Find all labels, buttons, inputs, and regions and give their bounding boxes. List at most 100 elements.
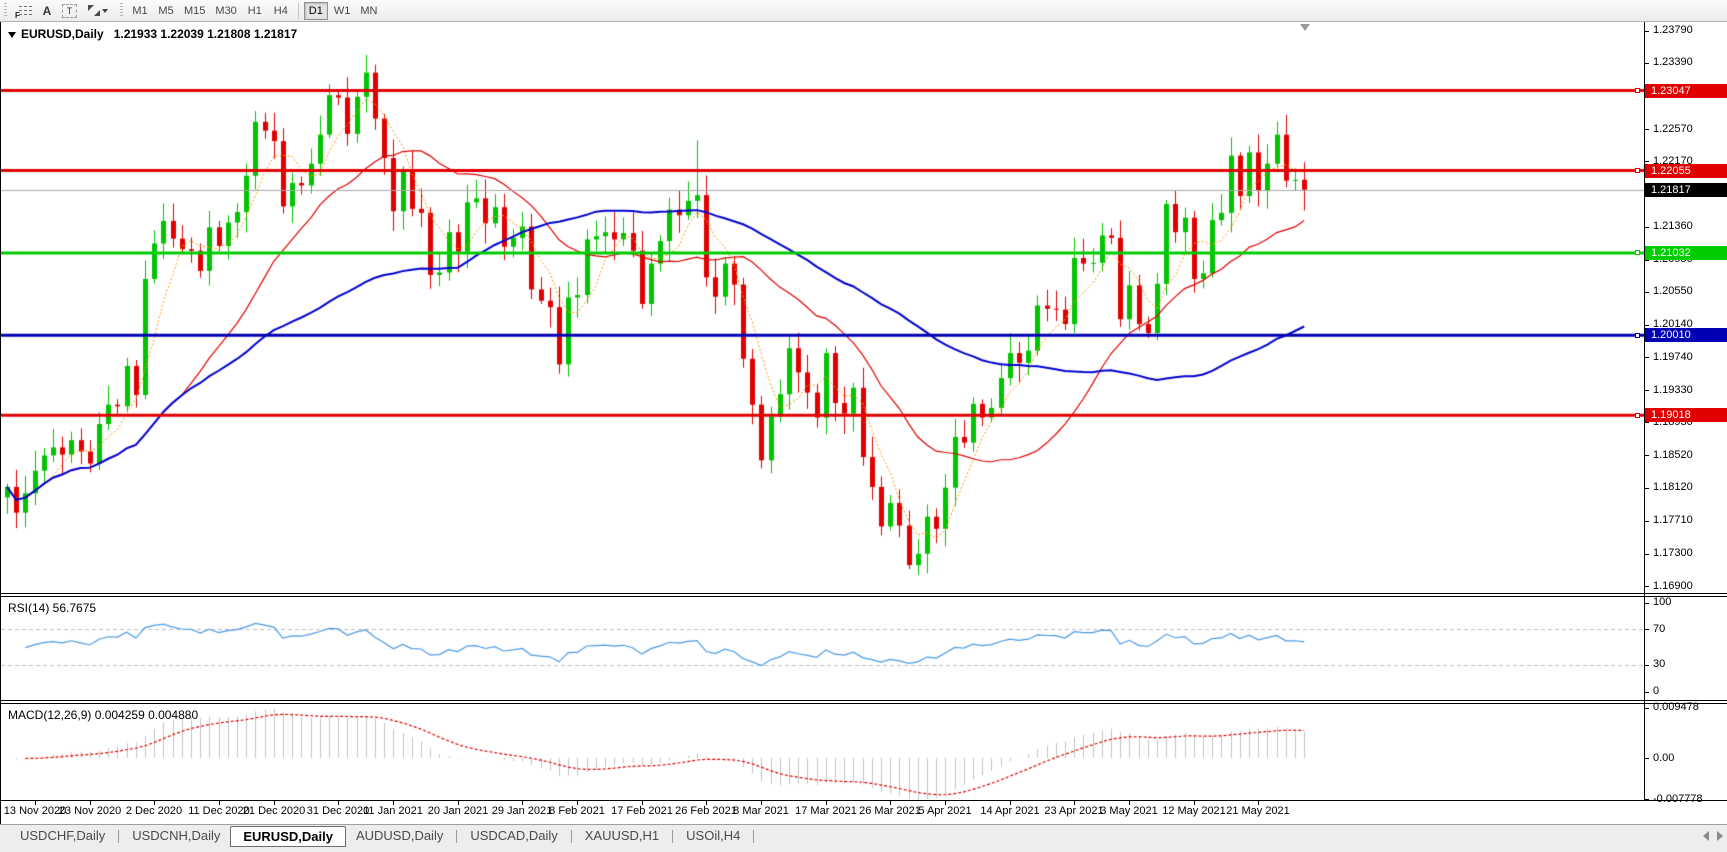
- tab-separator: [118, 830, 120, 843]
- arrows-icon: [87, 4, 101, 17]
- macd-indicator-label: MACD(12,26,9) 0.004259 0.004880: [8, 708, 199, 722]
- axis-tick-label: 1.21360: [1653, 220, 1693, 233]
- timeframe-button-h4[interactable]: H4: [269, 2, 293, 20]
- panel-separator[interactable]: [1, 703, 1727, 704]
- axis-tick: [1644, 357, 1649, 358]
- axis-tick: [1644, 63, 1649, 64]
- axis-tick-label: 1.16900: [1653, 579, 1693, 592]
- timeframe-button-m1[interactable]: M1: [128, 2, 152, 20]
- axis-tick-label: 30: [1653, 658, 1666, 671]
- axis-tick: [1644, 260, 1649, 261]
- axis-tick: [1644, 692, 1649, 693]
- macd-panel-canvas[interactable]: [1, 704, 1644, 800]
- tab-usdchf-daily[interactable]: USDCHF,Daily: [10, 825, 115, 845]
- price-label-badge: 1.19018: [1645, 408, 1727, 423]
- price-label-badge: 1.23047: [1645, 83, 1727, 98]
- axis-tick: [1644, 390, 1649, 391]
- label-tool-button[interactable]: T: [58, 2, 81, 20]
- axis-tick-label: 1.22570: [1653, 122, 1693, 135]
- timeframe-button-m15[interactable]: M15: [180, 2, 209, 20]
- tab-audusd-daily[interactable]: AUDUSD,Daily: [346, 825, 453, 845]
- tab-usdcad-daily[interactable]: USDCAD,Daily: [460, 825, 567, 845]
- date-label: 17 Feb 2021: [611, 805, 673, 817]
- timeframe-button-d1[interactable]: D1: [303, 1, 328, 20]
- tab-scroll-left-button[interactable]: [1703, 831, 1709, 841]
- date-label: 8 Feb 2021: [549, 805, 605, 817]
- text-icon: A: [42, 3, 52, 18]
- axis-tick: [1644, 161, 1649, 162]
- date-label: 21 Dec 2020: [242, 805, 306, 817]
- date-label: 31 Dec 2020: [306, 805, 370, 817]
- tab-usdcnh-daily[interactable]: USDCNH,Daily: [122, 825, 230, 845]
- axis-tick-label: 1.20550: [1653, 285, 1693, 298]
- date-label: 11 Jan 2021: [363, 805, 423, 817]
- date-label: 13 Nov 2020: [3, 805, 67, 817]
- main-chart-canvas[interactable]: [1, 22, 1644, 593]
- text-tool-button[interactable]: A: [38, 2, 56, 20]
- panel-separator[interactable]: [1, 596, 1727, 597]
- triangle-down-icon: [8, 31, 16, 38]
- symbol-label: EURUSD,Daily: [21, 27, 104, 41]
- axis-tick-label: 1.19330: [1653, 383, 1693, 396]
- axis-tick: [1644, 31, 1649, 32]
- date-label: 23 Nov 2020: [58, 805, 122, 817]
- timeframe-button-m30[interactable]: M30: [211, 2, 240, 20]
- date-label: 26 Feb 2021: [675, 805, 737, 817]
- axis-tick: [1644, 554, 1649, 555]
- tab-usoil-h4[interactable]: USOil,H4: [676, 825, 750, 845]
- axis-tick-label: 70: [1653, 622, 1666, 635]
- tab-separator: [570, 830, 572, 843]
- date-label: 17 Mar 2021: [795, 805, 857, 817]
- axis-tick: [1644, 292, 1649, 293]
- timeframe-button-h1[interactable]: H1: [243, 2, 267, 20]
- rsi-panel-canvas[interactable]: [1, 597, 1644, 700]
- line-handle[interactable]: [1635, 332, 1640, 338]
- tab-xauusd-h1[interactable]: XAUUSD,H1: [575, 825, 669, 845]
- toolbar-grip: [120, 3, 123, 18]
- toolbar-grip: [4, 3, 7, 18]
- panel-separator[interactable]: [1, 593, 1727, 594]
- axis-tick: [1644, 129, 1649, 130]
- axis-tick-label: 1.18120: [1653, 481, 1693, 494]
- axis-tick-label: 1.18520: [1653, 448, 1693, 461]
- chart-area[interactable]: EURUSD,Daily 1.21933 1.22039 1.21808 1.2…: [0, 22, 1727, 824]
- line-handle[interactable]: [1635, 88, 1640, 94]
- axis-tick: [1644, 758, 1649, 759]
- line-handle[interactable]: [1635, 412, 1640, 418]
- date-label: 29 Jan 2021: [491, 805, 553, 817]
- rsi-indicator-label: RSI(14) 56.7675: [8, 601, 97, 615]
- price-label-badge: 1.21032: [1645, 245, 1727, 260]
- axis-tick-label: 0.009478: [1653, 701, 1699, 714]
- ohlc-values: 1.21933 1.22039 1.21808 1.21817: [113, 27, 298, 41]
- tab-eurusd-daily[interactable]: EURUSD,Daily: [230, 826, 346, 847]
- axis-tick: [1644, 708, 1649, 709]
- axis-tick-label: 1.23390: [1653, 56, 1693, 69]
- axis-tick-label: 100: [1653, 596, 1672, 608]
- fibonacci-tool-button[interactable]: F: [12, 2, 36, 20]
- chart-shift-marker-icon: [1300, 24, 1311, 31]
- timeframe-button-w1[interactable]: W1: [330, 2, 355, 20]
- panel-separator[interactable]: [1, 700, 1727, 701]
- tab-scroll-right-button[interactable]: [1717, 831, 1723, 841]
- timeframe-button-m5[interactable]: M5: [154, 2, 178, 20]
- axis-tick: [1644, 603, 1649, 604]
- tab-separator: [672, 830, 674, 843]
- line-handle[interactable]: [1635, 250, 1640, 256]
- date-label: 20 Jan 2021: [427, 805, 489, 817]
- price-label-badge: 1.21817: [1645, 182, 1727, 197]
- arrows-tool-button[interactable]: [83, 2, 115, 20]
- axis-tick: [1644, 455, 1649, 456]
- axis-tick-label: 1.23790: [1653, 24, 1693, 37]
- axis-tick: [1644, 227, 1649, 228]
- date-label: 2 Dec 2020: [125, 805, 183, 817]
- line-handle[interactable]: [1635, 168, 1640, 174]
- axis-tick: [1644, 488, 1649, 489]
- time-axis[interactable]: 13 Nov 2020 23 Nov 2020 2 Dec 2020 11 Dec 2…: [1, 801, 1727, 824]
- timeframe-button-mn[interactable]: MN: [356, 2, 381, 20]
- toolbar-separator: [297, 2, 299, 19]
- date-label: 26 Mar 2021: [859, 805, 921, 817]
- timeframe-toolbar: M1 M5 M15 M30 H1 H4 D1 W1 MN: [127, 1, 382, 20]
- date-label: 8 Mar 2021: [733, 805, 789, 817]
- chevron-down-icon: [102, 8, 108, 13]
- date-label: 12 May 2021: [1162, 805, 1226, 817]
